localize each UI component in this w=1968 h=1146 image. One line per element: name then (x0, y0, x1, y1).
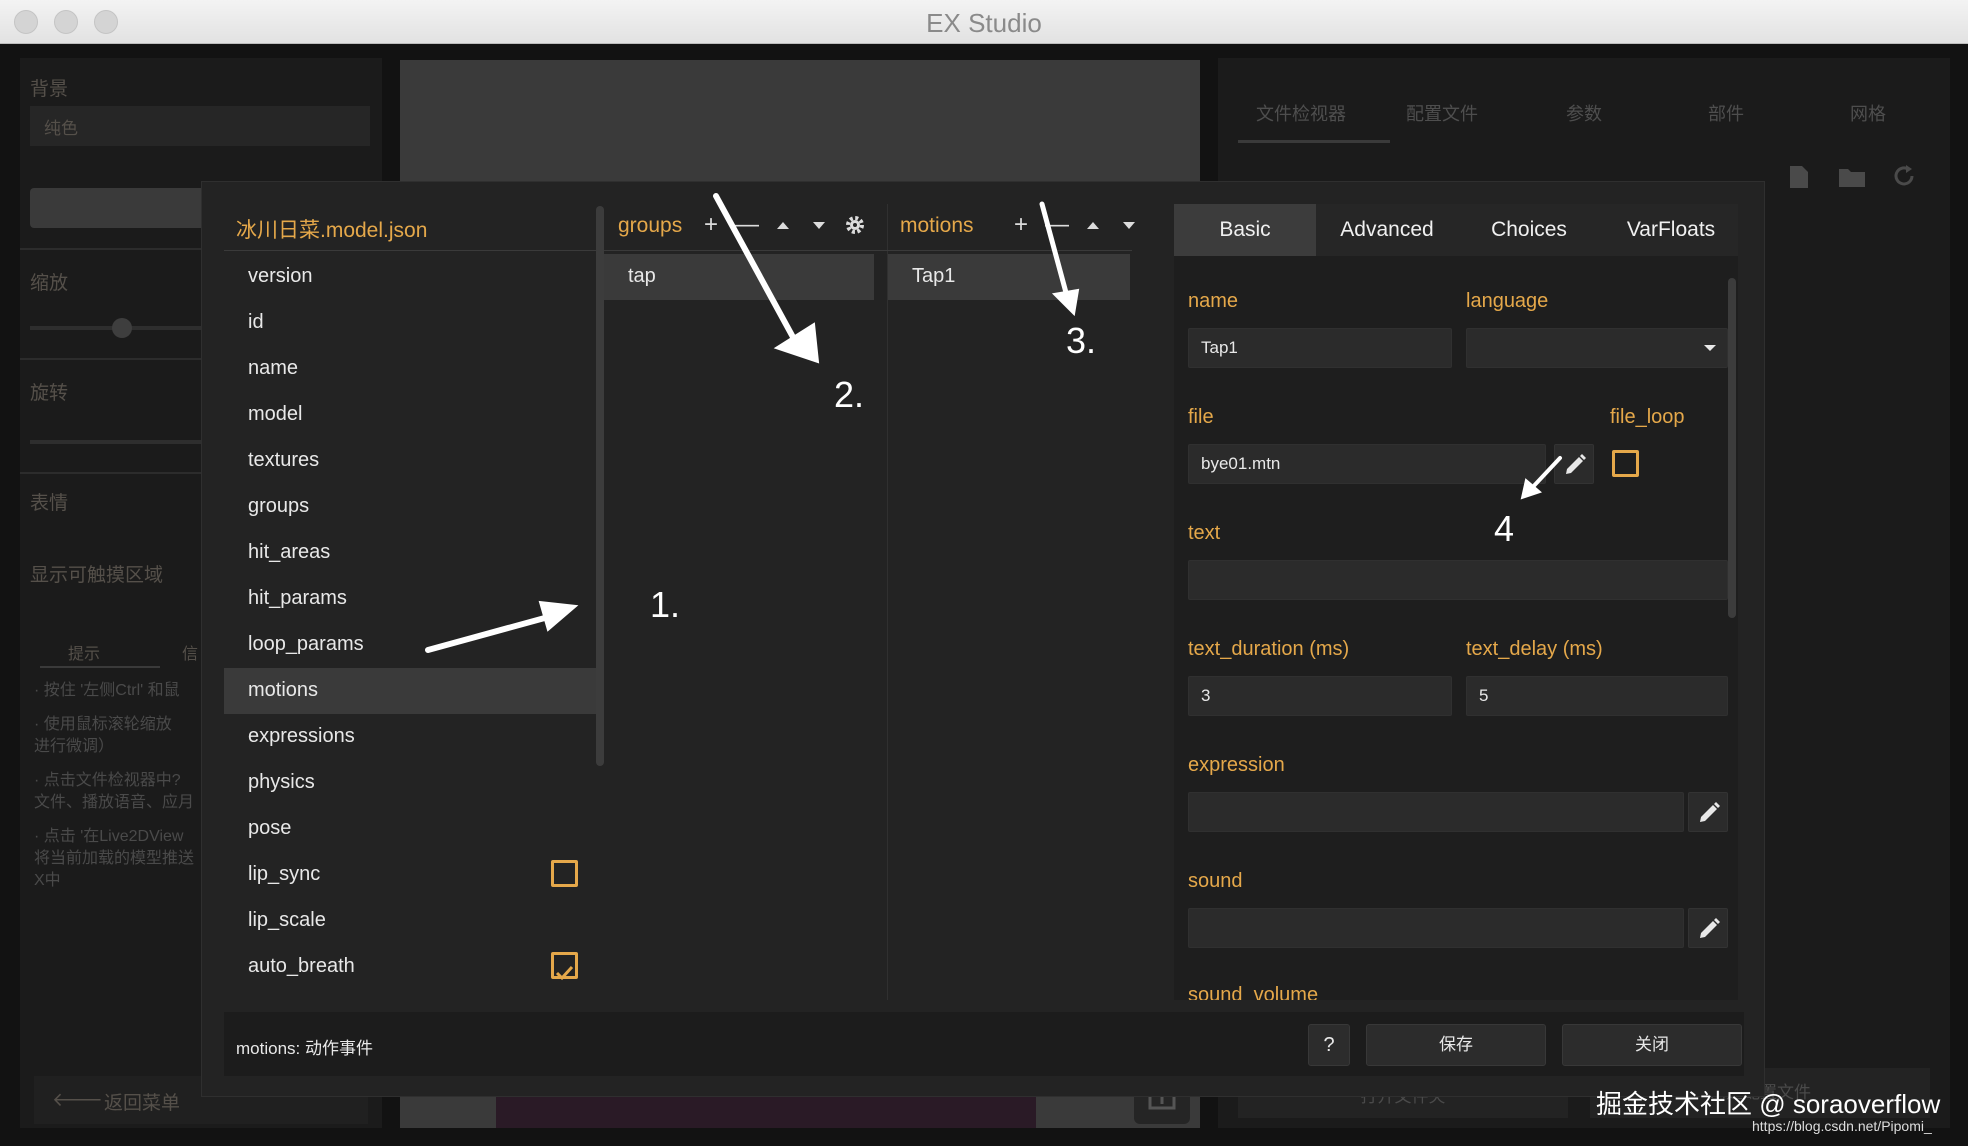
arrow-4-shaft (1528, 456, 1562, 492)
arrow-2-shaft (713, 193, 803, 353)
window-titlebar: EX Studio (0, 0, 1968, 44)
annotation-2: 2. (834, 374, 865, 415)
watermark-url: https://blog.csdn.net/Pipomi_ (1752, 1118, 1932, 1134)
annotation-1: 1. (650, 584, 681, 625)
annotation-arrows (425, 193, 1562, 653)
arrow-3-head (1051, 288, 1080, 317)
annotation-3: 3. (1066, 320, 1097, 361)
arrow-1-head (538, 600, 579, 632)
app-area: 背景 纯色 缩放 旋转 表情 显示可触摸区域 提示 信 · 按住 '左侧Ctrl… (0, 44, 1968, 1146)
arrow-1-shaft (425, 613, 555, 653)
watermark: 掘金技术社区 @ soraoverflow (1596, 1089, 1941, 1119)
annotation-4: 4 (1494, 508, 1515, 549)
window-title: EX Studio (926, 8, 1042, 38)
arrow-2-head (773, 322, 820, 364)
arrow-3-shaft (1039, 201, 1071, 303)
